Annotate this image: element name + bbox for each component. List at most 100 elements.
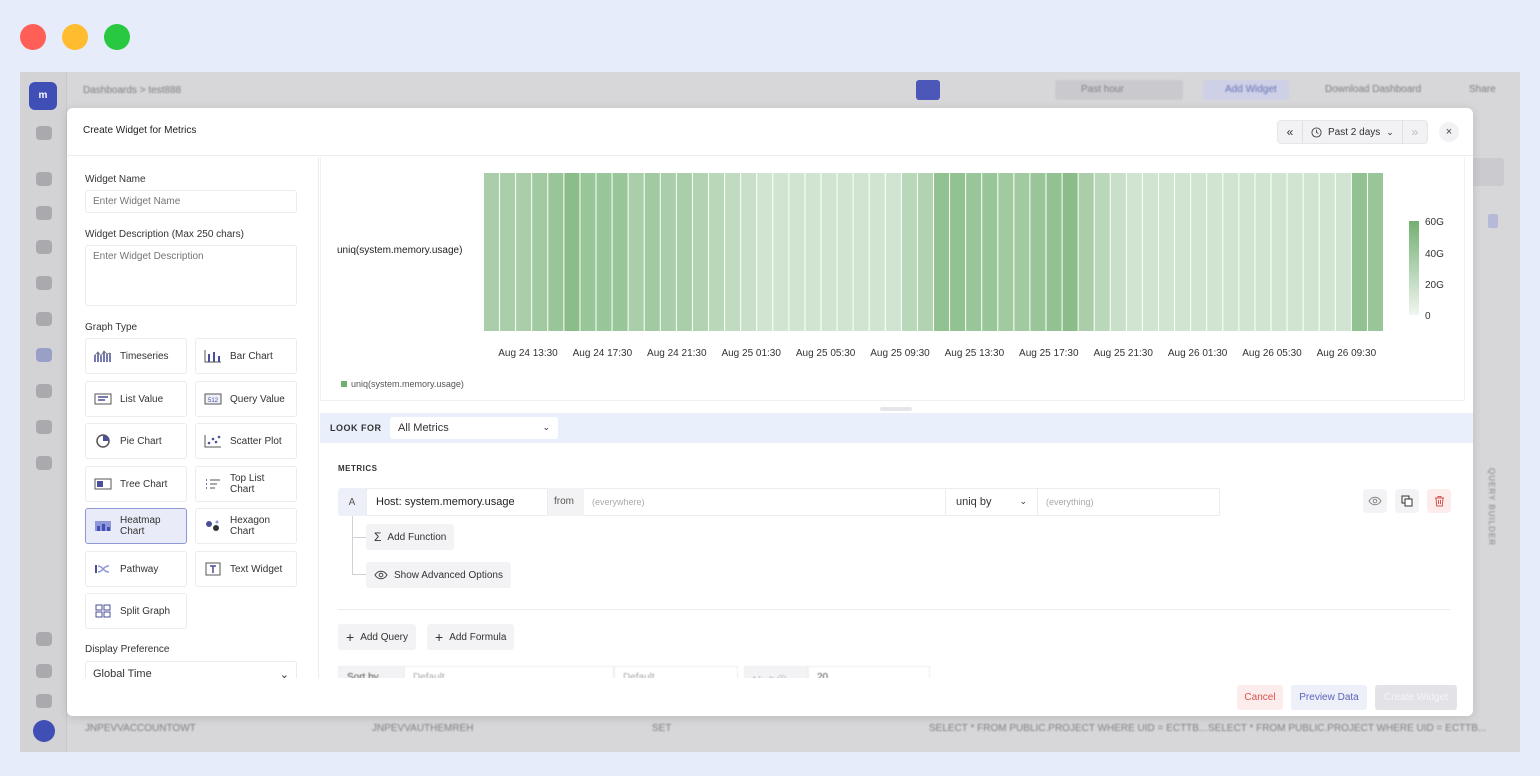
heatmap-cell[interactable] [580,173,596,331]
preview-data-button[interactable]: Preview Data [1291,685,1367,710]
window-close-button[interactable] [20,24,46,50]
graph-type-heatmap-chart[interactable]: Heatmap Chart [85,508,187,544]
heatmap-cell[interactable] [709,173,725,331]
heatmap-cell[interactable] [1126,173,1142,331]
heatmap-cell[interactable] [885,173,901,331]
heatmap-cell[interactable] [998,173,1014,331]
heatmap-cell[interactable] [1239,173,1255,331]
graph-type-pie-chart[interactable]: Pie Chart [85,423,187,459]
app-logo[interactable]: m [29,82,57,110]
heatmap-cell[interactable] [660,173,676,331]
heatmap-cell[interactable] [1030,173,1046,331]
show-advanced-options-button[interactable]: Show Advanced Options [366,562,511,588]
query-letter[interactable]: A [338,488,366,516]
duplicate-query-button[interactable] [1395,489,1419,513]
heatmap-cell[interactable] [1062,173,1078,331]
heatmap-cell[interactable] [500,173,516,331]
graph-type-top-list-chart[interactable]: Top List Chart [195,466,297,502]
heatmap-cell[interactable] [1303,173,1319,331]
heatmap-cell[interactable] [1335,173,1351,331]
heatmap-cell[interactable] [1319,173,1335,331]
dashboard-nav-icon[interactable] [36,348,52,362]
view-toggle[interactable] [916,80,940,100]
widget-name-input[interactable] [85,190,297,213]
graph-type-scatter-plot[interactable]: Scatter Plot [195,423,297,459]
heatmap-cell[interactable] [644,173,660,331]
graph-type-split-graph[interactable]: Split Graph [85,593,187,629]
toggle-visibility-button[interactable] [1363,489,1387,513]
nav-icon[interactable] [36,312,52,326]
heatmap-cell[interactable] [869,173,885,331]
settings-icon[interactable] [36,664,52,678]
heatmap-cell[interactable] [1287,173,1303,331]
nav-icon[interactable] [36,240,52,254]
heatmap-cell[interactable] [1094,173,1110,331]
heatmap-cell[interactable] [805,173,821,331]
heatmap-cell[interactable] [596,173,612,331]
heatmap-cell[interactable] [516,173,532,331]
heatmap-cell[interactable] [757,173,773,331]
ai-icon[interactable] [1019,80,1035,100]
graph-type-bar-chart[interactable]: Bar Chart [195,338,297,374]
sort-field-select[interactable]: Default [404,666,614,678]
heatmap-cell[interactable] [676,173,692,331]
heatmap-cell[interactable] [773,173,789,331]
graph-type-tree-chart[interactable]: Tree Chart [85,466,187,502]
avatar[interactable] [33,720,55,742]
heatmap-cell[interactable] [966,173,982,331]
delete-query-button[interactable] [1427,489,1451,513]
heatmap-cell[interactable] [982,173,998,331]
legend-item[interactable]: uniq(system.memory.usage) [341,379,464,389]
heatmap-cell[interactable] [1271,173,1287,331]
add-widget-button[interactable]: Add Widget [1203,80,1289,100]
graph-type-timeseries[interactable]: Timeseries [85,338,187,374]
heatmap-cell[interactable] [821,173,837,331]
heatmap-cell[interactable] [1159,173,1175,331]
heatmap-cell[interactable] [1255,173,1271,331]
heatmap-cell[interactable] [837,173,853,331]
limit-input[interactable]: 20 [808,666,930,678]
nav-icon[interactable] [36,172,52,186]
look-for-select[interactable]: All Metrics ⌄ [390,417,558,439]
heatmap-cell[interactable] [725,173,741,331]
heatmap-cell[interactable] [1207,173,1223,331]
window-maximize-button[interactable] [104,24,130,50]
heatmap-cell[interactable] [548,173,564,331]
cancel-button[interactable]: Cancel [1237,685,1283,710]
nav-icon[interactable] [36,456,52,470]
window-minimize-button[interactable] [62,24,88,50]
heatmap-cell[interactable] [901,173,917,331]
heatmap-cell[interactable] [612,173,628,331]
time-range-select[interactable]: Past 2 days ⌄ [1302,121,1403,143]
close-modal-button[interactable]: × [1439,122,1459,142]
bg-time-selector[interactable]: Past hour [1055,80,1183,100]
resize-handle[interactable] [880,407,912,411]
search-icon[interactable] [36,126,52,140]
graph-type-query-value[interactable]: 512 Query Value [195,381,297,417]
from-filter-input[interactable]: (everywhere) [584,488,946,516]
create-widget-button[interactable]: Create Widget [1375,685,1457,710]
nav-icon[interactable] [36,384,52,398]
copy-icon[interactable] [983,80,1003,100]
heatmap-cell[interactable] [1223,173,1239,331]
heatmap-cell[interactable] [1367,173,1383,331]
widget-description-input[interactable] [85,245,297,306]
heatmap-cell[interactable] [789,173,805,331]
heatmap-cell[interactable] [917,173,933,331]
support-icon[interactable] [36,632,52,646]
heatmap-cell[interactable] [628,173,644,331]
heatmap-cell[interactable] [532,173,548,331]
add-function-button[interactable]: Σ Add Function [366,524,455,550]
share-button[interactable]: Share [1445,80,1505,100]
group-by-input[interactable]: (everything) [1038,488,1220,516]
heatmap-cell[interactable] [1191,173,1207,331]
graph-type-hexagon-chart[interactable]: Hexagon Chart [195,508,297,544]
heatmap-cell[interactable] [1351,173,1367,331]
nav-icon[interactable] [36,206,52,220]
nav-icon[interactable] [36,420,52,434]
nav-icon[interactable] [36,276,52,290]
download-dashboard-button[interactable]: Download Dashboard [1305,80,1435,100]
heatmap-cell[interactable] [484,173,500,331]
heatmap-cell[interactable] [741,173,757,331]
heatmap-cell[interactable] [1142,173,1158,331]
